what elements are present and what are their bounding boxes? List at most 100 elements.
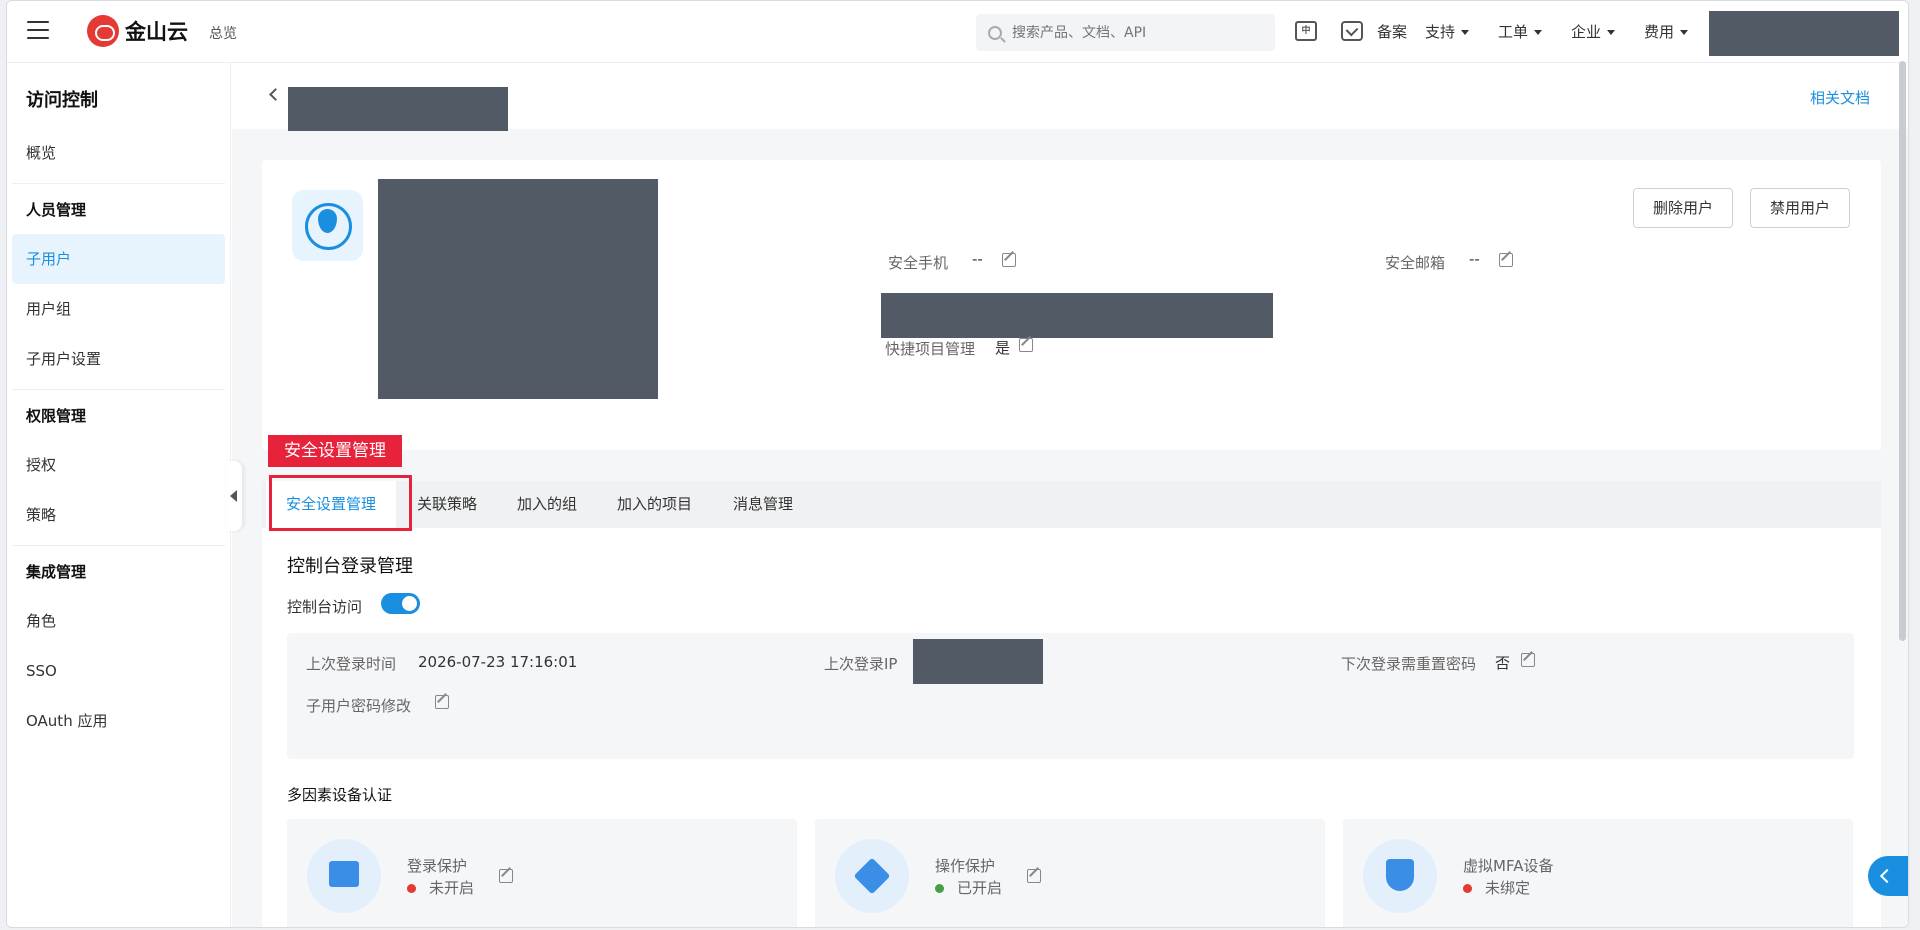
caret-down-icon [1680, 30, 1689, 35]
console-access-toggle[interactable] [381, 593, 420, 614]
edit-login-protection-icon[interactable] [499, 869, 513, 883]
caret-down-icon [1461, 30, 1470, 35]
sidebar-item-sso[interactable]: SSO [12, 646, 225, 696]
security-email-value: -- [1469, 250, 1480, 268]
ticket-menu[interactable]: 工单 [1498, 21, 1543, 42]
edit-password-change-icon[interactable] [435, 695, 449, 709]
mfa-card-login-protection: 登录保护 未开启 [287, 819, 797, 927]
logo[interactable]: 金山云 [87, 15, 188, 47]
sidebar-item-role[interactable]: 角色 [12, 596, 225, 646]
mfa-card-virtual-mfa: 虚拟MFA设备 未绑定 [1343, 819, 1853, 927]
sidebar-item-sub-user[interactable]: 子用户 [12, 234, 225, 284]
mfa-status: 未开启 [429, 879, 475, 897]
sidebar-item-sub-user-settings[interactable]: 子用户设置 [12, 334, 225, 384]
reset-password-label: 下次登录需重置密码 [1341, 655, 1477, 673]
sidebar-collapse-icon[interactable] [226, 461, 242, 531]
tab-projects[interactable]: 加入的项目 [617, 481, 692, 528]
status-dot [935, 884, 944, 893]
translate-icon[interactable]: 中 [1295, 21, 1317, 41]
sidebar-item-oauth[interactable]: OAuth 应用 [12, 696, 225, 746]
enterprise-menu[interactable]: 企业 [1571, 21, 1616, 42]
edit-quick-project-icon[interactable] [1019, 338, 1033, 352]
support-label: 支持 [1425, 23, 1456, 41]
search-box[interactable] [976, 14, 1275, 51]
mfa-title: 多因素设备认证 [287, 786, 393, 804]
quick-project-value: 是 [995, 339, 1011, 357]
user-avatar-icon [292, 190, 363, 261]
mail-icon[interactable] [1341, 21, 1363, 41]
mfa-status: 未绑定 [1485, 879, 1531, 897]
field-redacted [881, 293, 1273, 338]
main-content: 相关文档 删除用户 禁用用户 安全手机 -- 安全邮箱 -- 快捷项目管理 是 … [232, 63, 1908, 927]
caret-down-icon [1534, 30, 1543, 35]
top-header: 金山云 总览 中 备案 支持 工单 企业 费用 [7, 1, 1908, 63]
caret-down-icon [1607, 30, 1616, 35]
sidebar-group-permissions: 权限管理 [26, 407, 87, 425]
sidebar-divider [12, 545, 225, 546]
cursor-icon [835, 839, 909, 913]
edit-operation-protection-icon[interactable] [1027, 869, 1041, 883]
mfa-name: 虚拟MFA设备 [1463, 857, 1554, 875]
sidebar-item-user-group[interactable]: 用户组 [12, 284, 225, 334]
status-dot [1463, 884, 1472, 893]
tab-policies[interactable]: 关联策略 [417, 481, 477, 528]
delete-user-button[interactable]: 删除用户 [1633, 188, 1734, 228]
user-details-redacted [378, 179, 658, 399]
sidebar-group-people: 人员管理 [26, 201, 87, 219]
filing-menu[interactable]: 备案 [1377, 21, 1407, 42]
logo-text: 金山云 [125, 20, 188, 44]
billing-menu[interactable]: 费用 [1644, 21, 1689, 42]
security-panel: 控制台登录管理 控制台访问 上次登录时间 2026-07-23 17:16:01… [262, 528, 1881, 927]
breadcrumb: 相关文档 [232, 63, 1908, 131]
console-login-title: 控制台登录管理 [287, 556, 413, 577]
tab-groups[interactable]: 加入的组 [517, 481, 577, 528]
mfa-status: 已开启 [957, 879, 1003, 897]
overview-link[interactable]: 总览 [209, 23, 237, 43]
security-email-label: 安全邮箱 [1385, 254, 1446, 272]
search-input[interactable] [1012, 24, 1252, 41]
monitor-icon [307, 839, 381, 913]
last-login-time-value: 2026-07-23 17:16:01 [418, 653, 578, 671]
account-redacted[interactable] [1709, 11, 1899, 56]
billing-label: 费用 [1644, 23, 1675, 41]
mfa-name: 操作保护 [935, 857, 996, 875]
edit-email-icon[interactable] [1499, 253, 1513, 267]
search-icon [988, 25, 1002, 40]
cloud-logo-icon [87, 15, 119, 47]
tab-messages[interactable]: 消息管理 [733, 481, 793, 528]
sidebar-divider [12, 183, 225, 184]
disable-user-button[interactable]: 禁用用户 [1750, 188, 1851, 228]
back-arrow-icon[interactable] [269, 88, 282, 101]
enterprise-label: 企业 [1571, 23, 1602, 41]
sidebar-item-policy[interactable]: 策略 [12, 490, 225, 540]
browser-frame: 金山云 总览 中 备案 支持 工单 企业 费用 访问控制 概览 人员管理 子用户… [6, 0, 1909, 928]
console-access-label: 控制台访问 [287, 598, 363, 616]
user-name-redacted [288, 87, 508, 131]
reset-password-value: 否 [1495, 654, 1511, 672]
mfa-card-operation-protection: 操作保护 已开启 [815, 819, 1325, 927]
support-menu[interactable]: 支持 [1425, 21, 1470, 42]
tab-bar: 安全设置管理 关联策略 加入的组 加入的项目 消息管理 [262, 481, 1881, 528]
status-dot [407, 884, 416, 893]
last-login-ip-redacted [913, 639, 1043, 684]
last-login-time-label: 上次登录时间 [306, 655, 397, 673]
password-change-label: 子用户密码修改 [306, 697, 412, 715]
float-expand-icon[interactable] [1868, 856, 1908, 896]
sidebar-title: 访问控制 [26, 90, 98, 111]
security-phone-label: 安全手机 [888, 254, 949, 272]
sidebar-item-authorization[interactable]: 授权 [12, 440, 225, 490]
sidebar-item-overview[interactable]: 概览 [12, 128, 225, 178]
shield-icon [1363, 839, 1437, 913]
ticket-label: 工单 [1498, 23, 1529, 41]
tab-security-settings[interactable]: 安全设置管理 [266, 481, 397, 528]
sidebar-divider [12, 389, 225, 390]
highlight-callout-label: 安全设置管理 [268, 435, 402, 467]
login-info-box: 上次登录时间 2026-07-23 17:16:01 上次登录IP 下次登录需重… [287, 633, 1854, 759]
edit-phone-icon[interactable] [1002, 253, 1016, 267]
quick-project-label: 快捷项目管理 [885, 340, 976, 358]
scrollbar[interactable] [1899, 61, 1906, 641]
related-docs-link[interactable]: 相关文档 [1810, 87, 1870, 108]
menu-icon[interactable] [27, 21, 49, 39]
edit-reset-password-icon[interactable] [1521, 653, 1535, 667]
mfa-name: 登录保护 [407, 857, 468, 875]
